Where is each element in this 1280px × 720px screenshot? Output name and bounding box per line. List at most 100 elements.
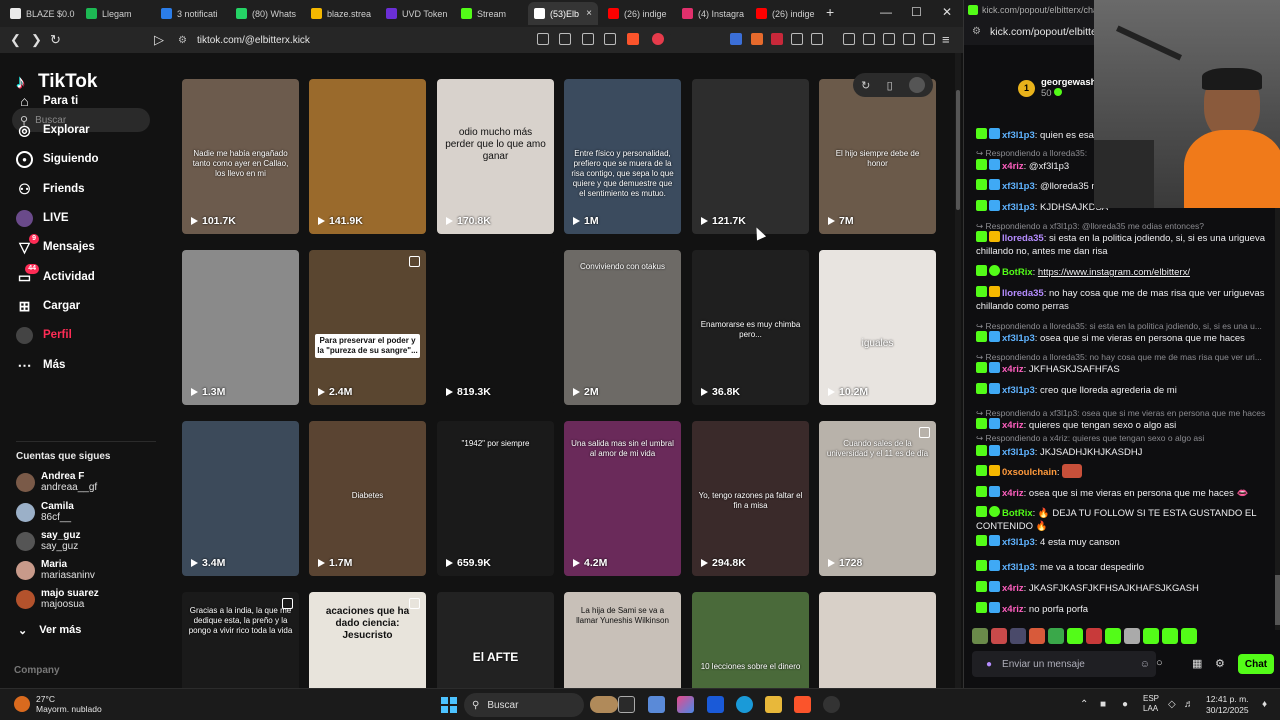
video-card[interactable]: odio mucho más perder que lo que amo gan… xyxy=(437,79,554,234)
extensions-icon[interactable] xyxy=(791,33,803,45)
video-card[interactable]: 141.9K xyxy=(309,79,426,234)
sidebar-item-explorar[interactable]: ◎ Explorar xyxy=(16,119,89,141)
video-card[interactable]: 3.4M xyxy=(182,421,299,576)
copilot-icon[interactable] xyxy=(677,696,694,713)
edge-icon[interactable] xyxy=(736,696,753,713)
browser-tab[interactable]: UVD Token xyxy=(380,2,452,25)
cast-icon[interactable] xyxy=(559,33,571,45)
reload-icon[interactable]: ↻ xyxy=(50,32,61,48)
share-icon[interactable] xyxy=(604,33,616,45)
widget-icon[interactable] xyxy=(590,696,618,713)
chat-username[interactable]: BotRix xyxy=(1002,267,1033,278)
sidebar-item-live[interactable]: ◉ LIVE xyxy=(16,207,69,229)
emote-icon[interactable] xyxy=(1162,628,1178,644)
chat-username[interactable]: lloreda35 xyxy=(1002,288,1044,299)
video-card[interactable]: Entre físico y personalidad, prefiero qu… xyxy=(564,79,681,234)
settings-gear-icon[interactable]: ⚙ xyxy=(1215,657,1225,670)
video-card[interactable]: Diabetes 1.7M xyxy=(309,421,426,576)
brave-app-icon[interactable] xyxy=(794,696,811,713)
following-account[interactable]: Camila 86cf__ xyxy=(16,501,74,523)
sidebar-item-friends[interactable]: ⚇ Friends xyxy=(16,178,84,200)
sidebar-item-ms[interactable]: ⋯ Más xyxy=(16,354,66,376)
browser-tab[interactable]: (80) Whats xyxy=(230,2,302,25)
video-card[interactable]: Una salida mas sin el umbral al amor de … xyxy=(564,421,681,576)
new-tab-button[interactable]: + xyxy=(826,4,834,20)
store-app-icon[interactable] xyxy=(707,696,724,713)
video-card[interactable]: acaciones que ha dado ciencia: Jesucrist… xyxy=(309,592,426,688)
chat-username[interactable]: x4riz xyxy=(1002,604,1024,615)
volume-icon[interactable]: ♬ xyxy=(1184,699,1194,710)
clock[interactable]: 12:41 p. m. 30/12/2025 xyxy=(1206,694,1249,716)
task-view-icon[interactable] xyxy=(618,696,635,713)
windows-start-icon[interactable] xyxy=(441,697,457,713)
browser-tab[interactable]: (4) Instagra xyxy=(676,2,746,25)
browser-tab[interactable]: Llegam xyxy=(80,2,152,25)
chat-username[interactable]: x4riz xyxy=(1002,488,1024,499)
menu-icon[interactable]: ≡ xyxy=(942,32,950,47)
chat-send-button[interactable]: Chat xyxy=(1238,654,1274,674)
sidebar-item-actividad[interactable]: ▭ 44 Actividad xyxy=(16,263,95,288)
video-card[interactable]: El AFTE xyxy=(437,592,554,688)
brave-shield-icon[interactable] xyxy=(627,33,639,45)
emote-icon[interactable] xyxy=(1105,628,1121,644)
emote-icon[interactable] xyxy=(1124,628,1140,644)
bookmark-icon[interactable]: ▷ xyxy=(154,32,164,48)
video-card[interactable]: Conviviendo con otakus 2M xyxy=(564,250,681,405)
maximize-icon[interactable]: ☐ xyxy=(911,5,922,19)
chat-username[interactable]: x4riz xyxy=(1002,420,1024,431)
sidebar-icon[interactable] xyxy=(863,33,875,45)
tray-mic-icon[interactable]: ● xyxy=(1122,699,1128,710)
extension-translate-icon[interactable] xyxy=(730,33,742,45)
microphone-icon[interactable]: ● xyxy=(986,659,992,670)
wifi-icon[interactable]: ◇ xyxy=(1168,699,1176,710)
refresh-icon[interactable]: ↻ xyxy=(861,79,870,92)
emote-icon[interactable] xyxy=(1086,628,1102,644)
page-scroll-thumb[interactable] xyxy=(956,90,960,210)
browser-tab[interactable]: blaze.strea xyxy=(305,2,377,25)
brave-rewards-icon[interactable] xyxy=(652,33,664,45)
video-card[interactable]: 121.7K xyxy=(692,79,809,234)
site-info-icon[interactable]: ⚙ xyxy=(972,26,981,37)
chat-username[interactable]: x4riz xyxy=(1002,161,1024,172)
browser-tab[interactable]: (53)Elb × xyxy=(528,2,598,25)
video-card[interactable]: La hija de Sami se va a llamar Yuneshis … xyxy=(564,592,681,688)
device-icon[interactable]: ▯ xyxy=(887,79,893,92)
following-account[interactable]: Maria mariasaninv xyxy=(16,559,95,581)
video-card[interactable]: Nadie me había engañado tanto como ayer … xyxy=(182,79,299,234)
video-card[interactable]: Yo, tengo razones pa faltar el fin a mis… xyxy=(692,421,809,576)
emote-icon[interactable] xyxy=(1029,628,1045,644)
chat-username[interactable]: 0xsoulchain xyxy=(1002,467,1057,478)
following-account[interactable]: Andrea Fandreaa__gf xyxy=(16,471,97,493)
mute-icon[interactable] xyxy=(537,33,549,45)
snipping-icon[interactable] xyxy=(648,696,665,713)
video-card[interactable] xyxy=(819,592,936,688)
video-card[interactable]: iguales 10.2M xyxy=(819,250,936,405)
chat-username[interactable]: xf3l1p3 xyxy=(1002,447,1035,458)
wallet-icon[interactable] xyxy=(811,33,823,45)
chat-username[interactable]: x4riz xyxy=(1002,364,1024,375)
emote-icon[interactable] xyxy=(991,628,1007,644)
emote-icon[interactable] xyxy=(972,628,988,644)
leaderboard-entry[interactable]: 1 georgewash 50 xyxy=(1018,77,1096,99)
chat-username[interactable]: xf3l1p3 xyxy=(1002,385,1035,396)
chat-link[interactable]: https://www.instagram.com/elbitterx/ xyxy=(1038,267,1190,278)
extension-fox-icon[interactable] xyxy=(751,33,763,45)
file-explorer-icon[interactable] xyxy=(765,696,782,713)
sidebar-item-perfil[interactable]: ● Perfil xyxy=(16,324,72,346)
minimize-icon[interactable]: — xyxy=(880,5,892,19)
shared-icon[interactable]: ○ xyxy=(1156,657,1163,669)
taskbar-search[interactable]: ⚲ Buscar xyxy=(464,693,584,717)
chat-username[interactable]: lloreda35 xyxy=(1002,233,1044,244)
company-link[interactable]: Company xyxy=(14,665,60,676)
vpn-icon[interactable] xyxy=(923,33,935,45)
url-field[interactable]: ⚙ tiktok.com/@elbitterx.kick xyxy=(172,30,672,50)
browser-tab[interactable]: 3 notificati xyxy=(155,2,227,25)
tray-chevron-icon[interactable]: ⌃ xyxy=(1080,699,1088,710)
language-indicator[interactable]: ESP LAA xyxy=(1143,694,1159,714)
translate-icon[interactable] xyxy=(582,33,594,45)
chat-username[interactable]: x4riz xyxy=(1002,583,1024,594)
store-icon[interactable]: ▦ xyxy=(1192,657,1202,670)
chat-username[interactable]: xf3l1p3 xyxy=(1002,333,1035,344)
chat-username[interactable]: xf3l1p3 xyxy=(1002,562,1035,573)
chat-username[interactable]: BotRix xyxy=(1002,508,1033,519)
